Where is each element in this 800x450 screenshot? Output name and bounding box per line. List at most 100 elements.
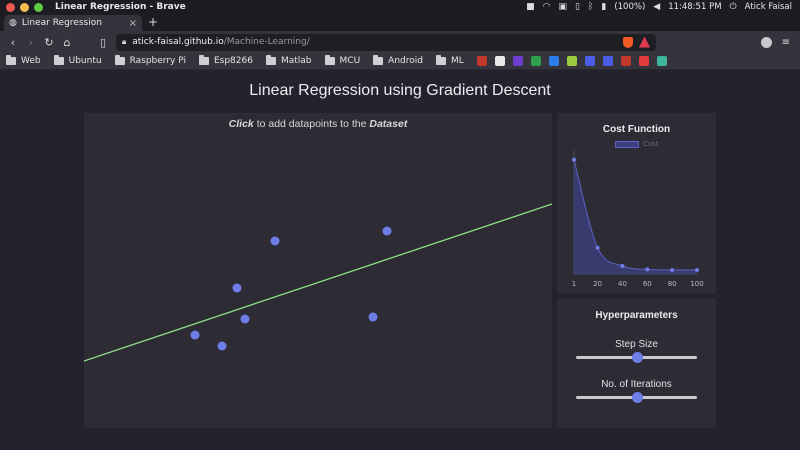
bookmark-favicon-icon[interactable] <box>548 56 559 66</box>
battery-icon[interactable]: ▮ <box>601 2 606 12</box>
cost-point[interactable] <box>595 245 600 250</box>
menu-icon[interactable]: ≡ <box>782 37 790 48</box>
bookmark-favicon-icon[interactable] <box>530 56 541 66</box>
reload-button[interactable]: ↻ <box>40 36 58 49</box>
language-icon[interactable]: ▣ <box>559 2 568 12</box>
cost-point[interactable] <box>620 264 625 268</box>
tab-title: Linear Regression <box>21 18 102 28</box>
x-tick-label: 80 <box>668 280 677 288</box>
folder-icon <box>435 55 446 65</box>
power-icon[interactable]: ⏻ <box>730 2 737 12</box>
legend-label: Cost <box>643 140 659 148</box>
bookmark-folder-android[interactable]: Android <box>373 55 423 66</box>
bookmark-folder-esp8266[interactable]: Esp8266 <box>198 55 253 66</box>
bookmark-folder-mcu[interactable]: MCU <box>324 55 360 66</box>
home-icon[interactable]: ⌂ <box>58 36 76 49</box>
cost-point[interactable] <box>572 157 576 162</box>
hyper-panel-title: Hyperparameters <box>595 310 678 321</box>
url-text[interactable]: atick-faisal.github.io/Machine-Learning/ <box>132 37 310 47</box>
regression-plot[interactable] <box>84 113 552 428</box>
bookmark-folder-web[interactable]: Web <box>6 55 41 66</box>
volume-icon[interactable]: ◀ <box>653 2 660 12</box>
bookmark-folder-ubuntu[interactable]: Ubuntu <box>53 55 102 66</box>
clipboard-icon[interactable]: ▯ <box>575 2 580 12</box>
brave-shield-icon[interactable] <box>623 36 633 48</box>
new-tab-button[interactable]: + <box>148 15 158 29</box>
datapoint <box>240 314 250 324</box>
lock-icon: 🔒︎ <box>122 37 127 46</box>
datapoint <box>368 312 378 322</box>
bookmark-favicon-icon[interactable] <box>512 56 523 66</box>
folder-icon <box>114 55 125 65</box>
cost-area <box>574 159 697 274</box>
clock[interactable]: 11:48:51 PM <box>668 2 721 12</box>
cost-point[interactable] <box>645 267 650 272</box>
folder-icon <box>324 55 335 65</box>
close-tab-icon[interactable]: × <box>129 18 137 29</box>
x-tick-label: 1 <box>572 280 576 288</box>
datapoint <box>270 236 280 246</box>
datapoint <box>382 226 392 236</box>
bluetooth-icon[interactable]: ᛒ <box>588 2 593 12</box>
bookmark-folder-ml[interactable]: ML <box>435 55 464 66</box>
tab-strip: ◍ Linear Regression × + <box>0 14 800 31</box>
cost-panel-title: Cost Function <box>602 124 671 135</box>
bookmark-favicons <box>476 56 675 66</box>
minimize-window-button[interactable] <box>20 2 29 12</box>
x-tick-label: 100 <box>690 280 703 288</box>
camera-icon[interactable]: ■ <box>526 2 535 12</box>
navigation-bar: ‹ › ↻ ⌂ ▯ 🔒︎ atick-faisal.github.io/Mach… <box>0 31 800 53</box>
datapoints <box>190 226 392 351</box>
bookmark-favicon-icon[interactable] <box>494 56 505 66</box>
bookmark-folder-matlab[interactable]: Matlab <box>265 55 312 66</box>
bookmark-favicon-icon[interactable] <box>656 56 667 66</box>
address-bar[interactable]: 🔒︎ atick-faisal.github.io/Machine-Learni… <box>116 33 656 51</box>
bookmark-favicon-icon[interactable] <box>584 56 595 66</box>
bookmark-favicon-icon[interactable] <box>476 56 487 66</box>
user-name[interactable]: Atick Faisal <box>745 2 792 12</box>
cost-point[interactable] <box>670 268 675 272</box>
step-size-label: Step Size <box>615 339 658 350</box>
back-button[interactable]: ‹ <box>4 36 22 49</box>
page-title: Linear Regression using Gradient Descent <box>249 82 551 99</box>
wifi-icon[interactable]: ◠ <box>543 2 551 12</box>
dataset-canvas[interactable]: Click to add datapoints to the Dataset <box>84 113 552 428</box>
x-tick-label: 20 <box>593 280 602 288</box>
datapoint <box>217 341 227 351</box>
step-size-slider[interactable] <box>576 352 697 363</box>
brave-rewards-icon[interactable] <box>639 36 650 48</box>
window-controls <box>6 2 43 12</box>
cost-function-panel: Cost Function Cost 1 20 40 60 80 100 <box>557 113 716 294</box>
maximize-window-button[interactable] <box>34 2 43 12</box>
bookmark-favicon-icon[interactable] <box>620 56 631 66</box>
iterations-slider-thumb[interactable] <box>631 392 643 403</box>
close-window-button[interactable] <box>6 2 15 12</box>
system-tray: ■ ◠ ▣ ▯ ᛒ ▮ (100%) ◀ 11:48:51 PM ⏻ Atick… <box>526 2 800 12</box>
folder-icon <box>53 55 64 65</box>
battery-level: (100%) <box>614 2 646 12</box>
browser-menu-area: ≡ <box>760 36 800 48</box>
chart-legend[interactable]: Cost <box>615 140 659 148</box>
iterations-label: No. of Iterations <box>601 379 672 390</box>
step-size-slider-thumb[interactable] <box>631 352 643 363</box>
folder-icon <box>373 55 384 65</box>
bookmark-favicon-icon[interactable] <box>566 56 577 66</box>
bookmark-icon[interactable]: ▯ <box>94 36 112 49</box>
forward-button[interactable]: › <box>22 36 40 49</box>
window-title: Linear Regression - Brave <box>55 2 186 12</box>
folder-icon <box>265 55 276 65</box>
datapoint <box>190 330 200 340</box>
folder-icon <box>198 55 209 65</box>
tab-linear-regression[interactable]: ◍ Linear Regression × <box>4 15 142 31</box>
regression-line <box>84 203 552 362</box>
bookmark-favicon-icon[interactable] <box>602 56 613 66</box>
x-tick-label: 40 <box>618 280 627 288</box>
x-tick-label: 60 <box>643 280 652 288</box>
bookmark-folder-raspberry-pi[interactable]: Raspberry Pi <box>114 55 186 66</box>
iterations-slider[interactable] <box>576 392 697 403</box>
profile-avatar-icon[interactable] <box>760 36 772 48</box>
bookmark-favicon-icon[interactable] <box>638 56 649 66</box>
globe-icon: ◍ <box>9 18 17 28</box>
bookmarks-bar: Web Ubuntu Raspberry Pi Esp8266 Matlab M… <box>0 53 800 70</box>
cost-point[interactable] <box>695 268 699 272</box>
